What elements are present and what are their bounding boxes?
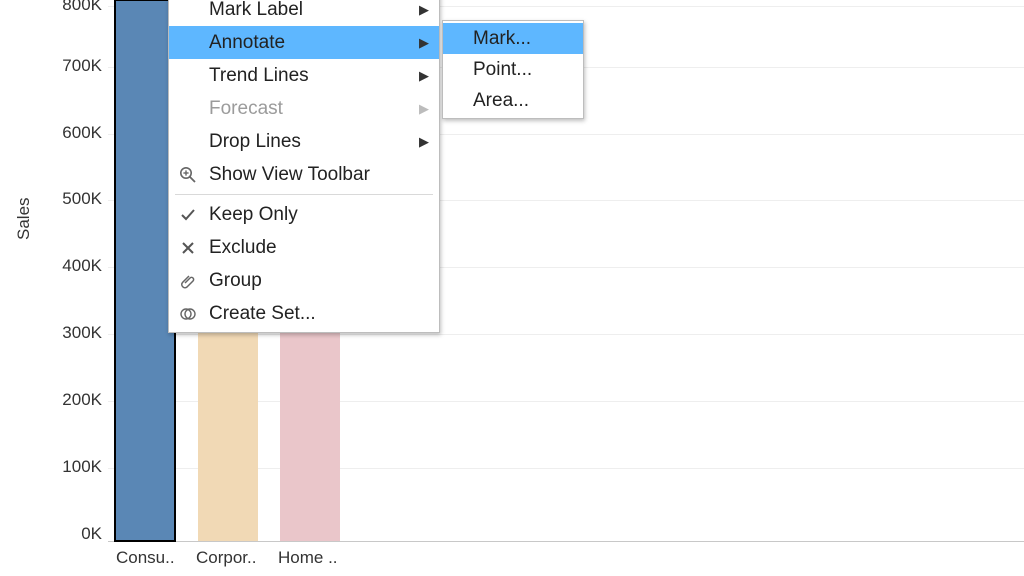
chevron-right-icon: ▶ <box>419 134 429 150</box>
menu-item-exclude[interactable]: Exclude <box>169 231 439 264</box>
chevron-right-icon: ▶ <box>419 2 429 18</box>
chevron-right-icon: ▶ <box>419 68 429 84</box>
menu-item-annotate[interactable]: Annotate ▶ <box>169 26 439 59</box>
menu-item-keep-only[interactable]: Keep Only <box>169 198 439 231</box>
menu-item-create-set[interactable]: Create Set... <box>169 297 439 330</box>
y-tick-300k: 300K <box>56 323 102 343</box>
y-tick-600k: 600K <box>56 123 102 143</box>
paperclip-icon <box>177 272 199 290</box>
x-axis <box>108 541 1024 542</box>
x-tick-corporate: Corpor.. <box>196 548 266 568</box>
y-tick-500k: 500K <box>56 189 102 209</box>
menu-item-label: Show View Toolbar <box>209 164 429 186</box>
y-tick-100k: 100K <box>56 457 102 477</box>
bar-consumer[interactable] <box>115 0 175 541</box>
menu-item-label: Mark... <box>473 28 543 50</box>
menu-item-label: Trend Lines <box>209 65 379 87</box>
chevron-right-icon: ▶ <box>419 101 429 117</box>
menu-item-label: Group <box>209 270 429 292</box>
menu-item-forecast: Forecast ▶ <box>169 92 439 125</box>
menu-item-label: Point... <box>473 59 543 81</box>
submenu-item-mark[interactable]: Mark... <box>443 23 583 54</box>
magnifier-plus-icon <box>177 166 199 184</box>
x-tick-consumer: Consu.. <box>116 548 186 568</box>
y-tick-800k: 800K <box>56 0 102 15</box>
menu-item-mark-label[interactable]: Mark Label ▶ <box>169 0 439 26</box>
menu-separator <box>175 194 433 195</box>
y-axis-label: Sales <box>14 197 34 240</box>
menu-item-label: Annotate <box>209 32 379 54</box>
submenu-item-area[interactable]: Area... <box>443 85 583 116</box>
x-tick-home-office: Home .. <box>278 548 348 568</box>
bar-home-office[interactable] <box>280 331 340 541</box>
annotate-submenu: Mark... Point... Area... <box>442 20 584 119</box>
menu-item-label: Keep Only <box>209 204 429 226</box>
y-tick-700k: 700K <box>56 56 102 76</box>
menu-item-label: Exclude <box>209 237 429 259</box>
check-icon <box>177 206 199 224</box>
y-tick-0k: 0K <box>56 524 102 544</box>
chevron-right-icon: ▶ <box>419 35 429 51</box>
menu-item-label: Forecast <box>209 98 379 120</box>
submenu-item-point[interactable]: Point... <box>443 54 583 85</box>
x-icon <box>177 240 199 256</box>
y-tick-200k: 200K <box>56 390 102 410</box>
context-menu: Mark Label ▶ Annotate ▶ Trend Lines ▶ Fo… <box>168 0 440 333</box>
menu-item-trend-lines[interactable]: Trend Lines ▶ <box>169 59 439 92</box>
menu-item-label: Create Set... <box>209 303 429 325</box>
menu-item-group[interactable]: Group <box>169 264 439 297</box>
venn-icon <box>177 305 199 323</box>
menu-item-label: Drop Lines <box>209 131 379 153</box>
menu-item-label: Mark Label <box>209 0 379 21</box>
menu-item-show-view-toolbar[interactable]: Show View Toolbar <box>169 158 439 191</box>
menu-item-drop-lines[interactable]: Drop Lines ▶ <box>169 125 439 158</box>
menu-item-label: Area... <box>473 90 543 112</box>
y-tick-400k: 400K <box>56 256 102 276</box>
